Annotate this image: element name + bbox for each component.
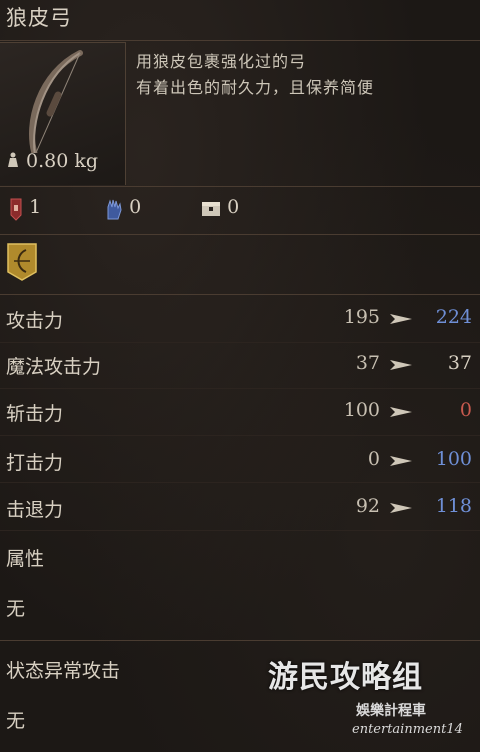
stat-new-slash: 0 bbox=[459, 399, 472, 421]
divider bbox=[0, 388, 480, 389]
status-attack-value: 无 bbox=[6, 710, 26, 732]
stat-new-attack: 224 bbox=[435, 306, 472, 328]
weapon-skill[interactable] bbox=[6, 242, 38, 286]
divider bbox=[0, 40, 480, 41]
strength-icon bbox=[10, 198, 22, 221]
stat-label-knockback: 击退力 bbox=[6, 499, 64, 521]
watermark-channel-en: entertainment14 bbox=[352, 722, 463, 737]
divider bbox=[0, 530, 480, 531]
stat-base-attack: 195 bbox=[343, 306, 380, 328]
stat-base-slash: 100 bbox=[343, 399, 380, 421]
divider bbox=[0, 640, 480, 641]
requirement-strength: 1 bbox=[8, 196, 41, 221]
requirement-intelligence: 0 bbox=[104, 196, 141, 221]
stat-label-magic-attack: 魔法攻击力 bbox=[6, 356, 102, 378]
stat-label-slash: 斩击力 bbox=[6, 403, 64, 425]
faith-value: 0 bbox=[227, 196, 240, 218]
watermark-channel: 娛樂計程車 bbox=[356, 703, 426, 719]
item-description-line-2: 有着出色的耐久力，且保养简便 bbox=[136, 78, 375, 97]
stat-base-knockback: 92 bbox=[355, 495, 380, 517]
requirement-faith: 0 bbox=[200, 196, 239, 220]
intelligence-hand-icon bbox=[107, 198, 122, 219]
attribute-label: 属性 bbox=[6, 548, 45, 570]
weight-icon bbox=[8, 152, 18, 167]
divider bbox=[0, 234, 480, 235]
strength-value: 1 bbox=[29, 196, 42, 218]
stat-new-strike: 100 bbox=[435, 448, 472, 470]
divider bbox=[0, 342, 480, 343]
divider bbox=[0, 482, 480, 483]
weight-value: 0.80 kg bbox=[26, 150, 99, 172]
item-description-line-1: 用狼皮包裹强化过的弓 bbox=[136, 52, 307, 71]
bow-item-image bbox=[29, 50, 83, 153]
divider bbox=[0, 186, 480, 187]
attribute-value: 无 bbox=[6, 598, 26, 620]
watermark-logo: 游民攻略组 bbox=[268, 660, 423, 695]
divider bbox=[0, 294, 480, 295]
stat-label-strike: 打击力 bbox=[6, 452, 64, 474]
bow-skill-icon bbox=[7, 243, 37, 281]
item-title: 狼皮弓 bbox=[6, 6, 72, 30]
intelligence-value: 0 bbox=[129, 196, 142, 218]
divider bbox=[0, 435, 480, 436]
stat-label-attack: 攻击力 bbox=[6, 310, 64, 332]
status-attack-label: 状态异常攻击 bbox=[6, 660, 121, 682]
stat-new-knockback: 118 bbox=[435, 495, 472, 517]
stat-new-magic-attack: 37 bbox=[447, 352, 472, 374]
chest-icon bbox=[202, 201, 220, 216]
stat-base-strike: 0 bbox=[367, 448, 380, 470]
item-weight: 0.80 kg bbox=[6, 150, 98, 172]
stat-base-magic-attack: 37 bbox=[355, 352, 380, 374]
